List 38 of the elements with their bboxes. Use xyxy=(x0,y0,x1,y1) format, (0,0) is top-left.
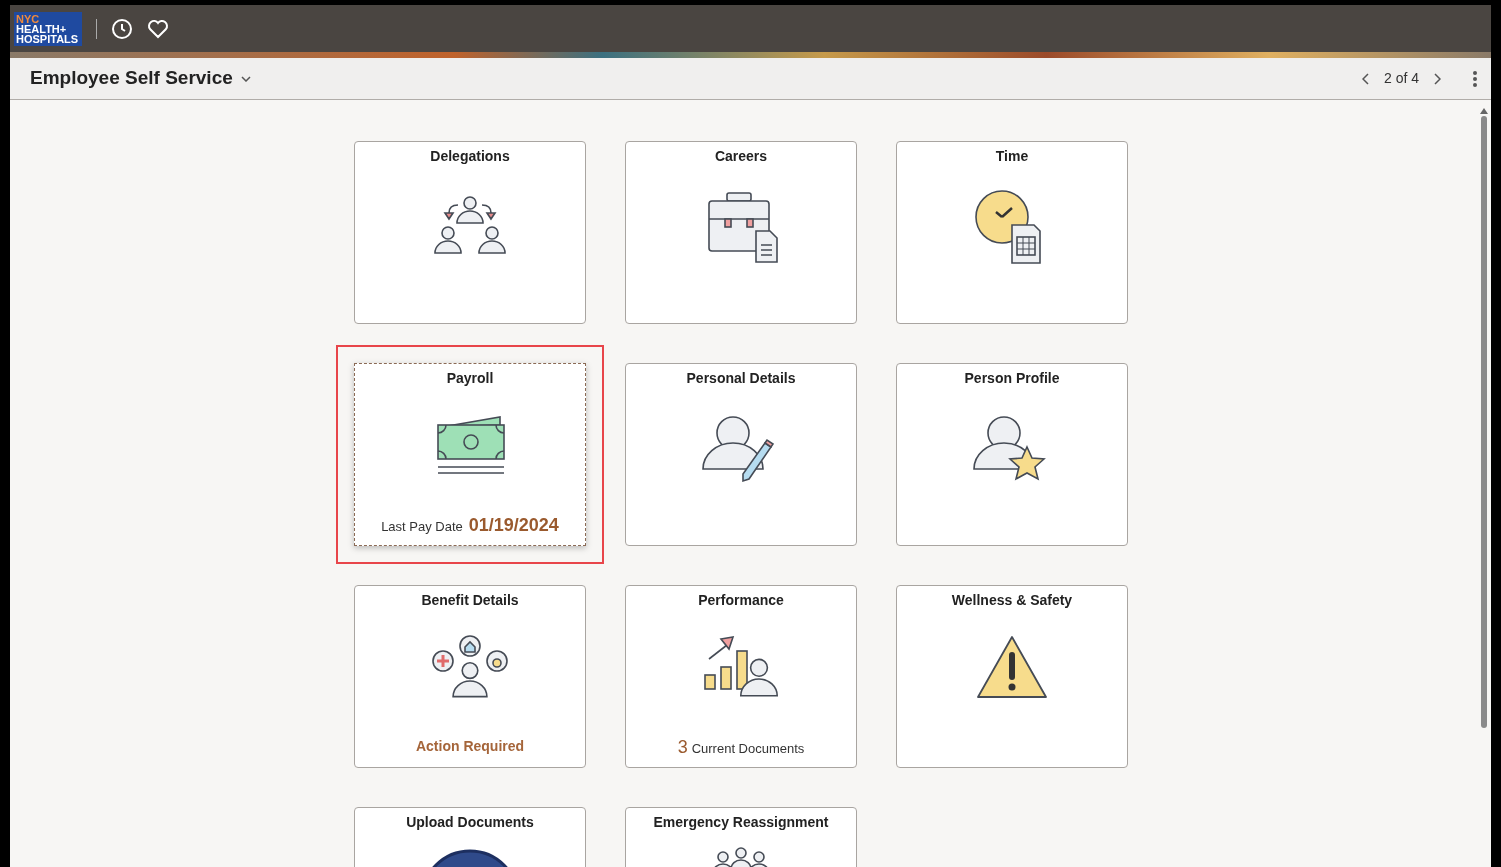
page-title-dropdown[interactable]: Employee Self Service xyxy=(30,64,251,93)
heart-icon[interactable] xyxy=(147,18,169,39)
count-label: Current Documents xyxy=(691,740,805,758)
tile[interactable]: Wellness & Safety xyxy=(896,585,1128,768)
tile[interactable]: Performance 3 Current Documents xyxy=(625,585,857,768)
tile-title: Personal Details xyxy=(686,369,796,388)
more-options-icon[interactable] xyxy=(1473,70,1477,87)
count-number: 3 xyxy=(677,736,688,759)
tile[interactable]: Upload Documents xyxy=(354,807,586,867)
tile[interactable]: Personal Details xyxy=(625,363,857,546)
previous-page-icon[interactable] xyxy=(1361,72,1370,85)
tile-title: Benefit Details xyxy=(421,591,519,610)
tile-title: Payroll xyxy=(446,369,494,388)
tile-title: Upload Documents xyxy=(406,813,534,832)
tile-title: Wellness & Safety xyxy=(951,591,1073,610)
tile[interactable]: Delegations xyxy=(354,141,586,324)
tile-title: Careers xyxy=(714,147,768,166)
scrollbar-thumb[interactable] xyxy=(1481,116,1487,728)
tile-title: Person Profile xyxy=(964,369,1060,388)
tile[interactable]: Emergency Reassignment xyxy=(625,807,857,867)
tile[interactable]: Payroll Last Pay Date 01/19/2024 xyxy=(354,363,586,546)
next-page-icon[interactable] xyxy=(1433,72,1441,85)
tile-title: Delegations xyxy=(430,147,510,166)
tile-title: Time xyxy=(995,147,1029,166)
history-icon[interactable] xyxy=(111,17,133,40)
chevron-down-icon xyxy=(240,75,251,82)
tile-title: Performance xyxy=(698,591,784,610)
tile[interactable]: Time xyxy=(896,141,1128,324)
pay-date-label: Last Pay Date xyxy=(381,518,463,536)
tile[interactable]: Careers xyxy=(625,141,857,324)
logo[interactable]: NYC HEALTH+ HOSPITALS xyxy=(14,11,82,46)
tile[interactable]: Person Profile xyxy=(896,363,1128,546)
page-counter: 2 of 4 xyxy=(1383,69,1419,88)
tile-title: Emergency Reassignment xyxy=(653,813,829,832)
tile[interactable]: Benefit Details Action Required xyxy=(354,585,586,768)
pay-date-value: 01/19/2024 xyxy=(468,514,559,537)
scroll-up-icon[interactable] xyxy=(1480,108,1488,114)
status-text: Action Required xyxy=(415,737,525,756)
